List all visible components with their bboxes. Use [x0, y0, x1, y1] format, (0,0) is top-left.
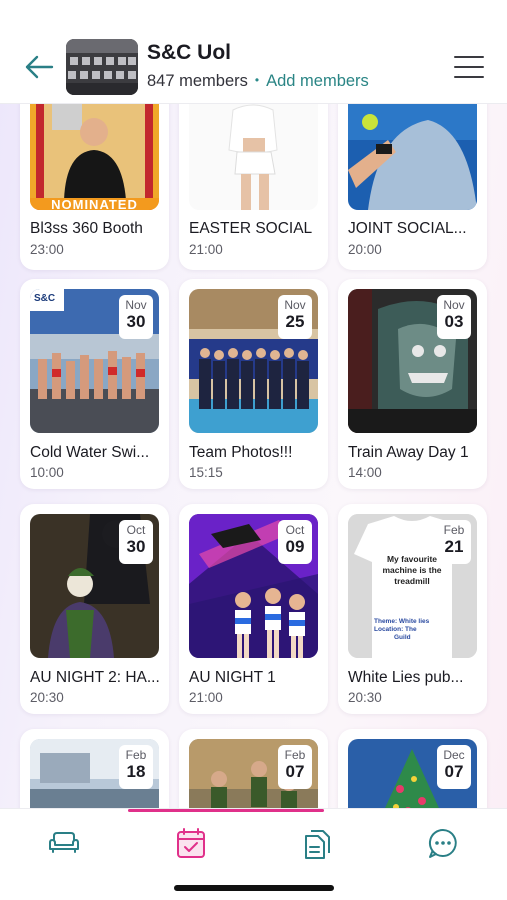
date-day: 25: [285, 312, 305, 331]
event-card[interactable]: S&C Nov 30 Cold Water Swi... 10:00: [20, 279, 169, 489]
calendar-icon: [177, 828, 205, 858]
date-day: 09: [285, 537, 305, 556]
event-image: S&C Nov 30: [30, 289, 159, 433]
chat-icon: [428, 828, 457, 858]
event-card[interactable]: Nov 25 Team Photos!!! 15:15: [179, 279, 328, 489]
event-title: White Lies pub...: [348, 669, 464, 686]
date-month: Dec: [443, 748, 465, 762]
menu-button[interactable]: [452, 52, 486, 82]
nav-events[interactable]: [171, 823, 211, 863]
event-title: Cold Water Swi...: [30, 444, 150, 461]
event-card[interactable]: Nov 03 Train Away Day 1 14:00: [338, 279, 487, 489]
event-image: Dec 07: [348, 739, 477, 808]
add-members-link[interactable]: Add members: [266, 72, 369, 90]
event-title: Train Away Day 1: [348, 444, 469, 461]
group-header: S&C Uol 847 members • Add members: [0, 0, 507, 104]
date-day: 07: [285, 762, 305, 781]
date-badge: Oct 09: [278, 520, 312, 564]
date-month: Oct: [126, 523, 146, 537]
couch-icon: [49, 832, 79, 853]
date-month: Nov: [284, 298, 306, 312]
tshirt-theme-line: Theme: White lies: [374, 618, 430, 625]
event-card[interactable]: Oct 09 AU NIGHT 1 21:00: [179, 504, 328, 714]
date-day: 03: [444, 312, 464, 331]
event-image: Nov 03: [348, 289, 477, 433]
event-time: 15:15: [189, 465, 223, 480]
nav-lounge[interactable]: [44, 823, 84, 863]
date-day: 07: [444, 762, 464, 781]
group-avatar[interactable]: [66, 39, 138, 95]
event-time: 23:00: [30, 242, 64, 257]
tshirt-line: machine is the: [382, 565, 442, 575]
hamburger-menu-icon: [454, 56, 484, 78]
event-card[interactable]: My favourite machine is the treadmill Th…: [338, 504, 487, 714]
separator-dot: •: [254, 73, 260, 87]
swim-logo-text: S&C: [34, 293, 56, 304]
date-badge: Dec 07: [437, 745, 471, 789]
event-card[interactable]: Dec 07: [338, 729, 487, 808]
member-count: 847 members: [147, 72, 248, 90]
nominated-text: NOMINATED: [51, 197, 138, 210]
group-name: S&C Uol: [147, 41, 231, 64]
event-title: EASTER SOCIAL: [189, 220, 313, 237]
date-month: Feb: [443, 523, 465, 537]
events-grid: NOMINATED Bl3ss 360 Booth 23:00 EASTER S…: [0, 0, 507, 808]
nav-documents[interactable]: [297, 823, 337, 863]
date-day: 30: [126, 312, 146, 331]
documents-icon: [305, 830, 330, 859]
event-card[interactable]: Feb 18: [20, 729, 169, 808]
date-month: Feb: [125, 748, 147, 762]
event-image: Oct 30: [30, 514, 159, 658]
event-title: AU NIGHT 2: HA...: [30, 669, 160, 686]
date-badge: Feb 21: [437, 520, 471, 564]
event-time: 20:30: [348, 690, 382, 705]
date-month: Nov: [443, 298, 465, 312]
event-image: Nov 25: [189, 289, 318, 433]
event-image: Feb 07: [189, 739, 318, 808]
event-image: Feb 18: [30, 739, 159, 808]
group-meta: 847 members • Add members: [147, 72, 369, 91]
event-time: 20:30: [30, 690, 64, 705]
event-image: Oct 09: [189, 514, 318, 658]
date-month: Oct: [285, 523, 305, 537]
date-month: Feb: [284, 748, 306, 762]
event-time: 10:00: [30, 465, 64, 480]
date-day: 30: [126, 537, 146, 556]
date-badge: Feb 07: [278, 745, 312, 789]
event-title: AU NIGHT 1: [189, 669, 276, 686]
event-card[interactable]: Oct 30 AU NIGHT 2: HA... 20:30: [20, 504, 169, 714]
date-badge: Oct 30: [119, 520, 153, 564]
event-image: My favourite machine is the treadmill Th…: [348, 514, 477, 658]
event-card[interactable]: Feb 07: [179, 729, 328, 808]
date-day: 21: [444, 537, 464, 556]
active-tab-indicator: [128, 809, 324, 812]
event-time: 14:00: [348, 465, 382, 480]
event-time: 21:00: [189, 242, 223, 257]
tshirt-location-line: Location: The: [374, 626, 417, 633]
event-time: 21:00: [189, 690, 223, 705]
event-time: 20:00: [348, 242, 382, 257]
date-badge: Nov 25: [278, 295, 312, 339]
date-month: Nov: [125, 298, 147, 312]
date-badge: Feb 18: [119, 745, 153, 789]
date-badge: Nov 30: [119, 295, 153, 339]
arrow-left-icon: [25, 55, 54, 79]
event-title: Team Photos!!!: [189, 444, 293, 461]
date-badge: Nov 03: [437, 295, 471, 339]
event-title: JOINT SOCIAL...: [348, 220, 467, 237]
tshirt-line: treadmill: [394, 576, 430, 586]
back-button[interactable]: [22, 50, 56, 84]
event-title: Bl3ss 360 Booth: [30, 220, 143, 237]
bottom-navigation: [0, 808, 507, 900]
nav-chat[interactable]: [423, 823, 463, 863]
home-indicator: [174, 885, 334, 891]
date-day: 18: [126, 762, 146, 781]
tshirt-theme: Theme: White lies Location: The Guild: [374, 618, 454, 642]
tshirt-venue-line: Guild: [394, 634, 411, 641]
